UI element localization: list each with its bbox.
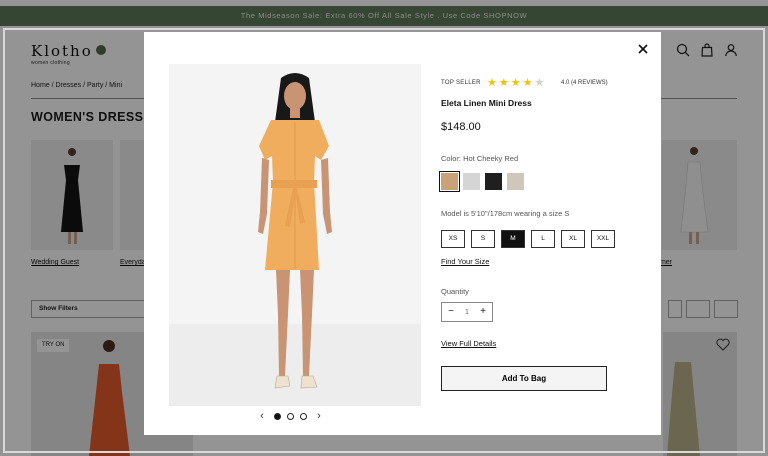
star-icon: ★ bbox=[510, 77, 521, 89]
view-full-details-link[interactable]: View Full Details bbox=[441, 339, 496, 348]
carousel-dot-2[interactable] bbox=[287, 412, 294, 420]
minus-icon[interactable]: − bbox=[446, 307, 456, 317]
size-s-button[interactable]: S bbox=[471, 230, 495, 248]
star-icon: ★ bbox=[498, 77, 509, 89]
carousel-dot-3[interactable] bbox=[300, 412, 307, 420]
find-your-size-link[interactable]: Find Your Size bbox=[441, 257, 489, 266]
quick-view-modal: ‹ › TOP SELLER ★ ★ ★ ★ ★ 4.0 (4 REVIEWS)… bbox=[144, 32, 661, 435]
size-xl-button[interactable]: XL bbox=[561, 230, 585, 248]
model-info: Model is 5'10"/178cm wearing a size S bbox=[441, 209, 570, 218]
product-name: Eleta Linen Mini Dress bbox=[441, 98, 532, 108]
swatch-stone[interactable] bbox=[507, 173, 524, 190]
swatch-tan[interactable] bbox=[439, 171, 460, 192]
star-empty-icon: ★ bbox=[534, 77, 545, 89]
top-seller-label: TOP SELLER bbox=[441, 80, 481, 86]
product-price: $148.00 bbox=[441, 121, 481, 133]
close-icon bbox=[638, 44, 648, 54]
swatch-black[interactable] bbox=[485, 173, 502, 190]
image-carousel: ‹ › bbox=[256, 410, 325, 422]
quantity-value[interactable]: 1 bbox=[465, 309, 469, 316]
swatch-light-grey[interactable] bbox=[463, 173, 480, 190]
star-icon: ★ bbox=[522, 77, 533, 89]
carousel-dot-1[interactable] bbox=[274, 412, 281, 420]
carousel-prev-icon[interactable]: ‹ bbox=[256, 410, 268, 422]
rating-stars[interactable]: ★ ★ ★ ★ ★ bbox=[487, 78, 544, 89]
size-selector: XS S M L XL XXL bbox=[441, 230, 615, 248]
size-xs-button[interactable]: XS bbox=[441, 230, 465, 248]
size-l-button[interactable]: L bbox=[531, 230, 555, 248]
carousel-next-icon[interactable]: › bbox=[313, 410, 325, 422]
product-image bbox=[169, 64, 421, 406]
close-button[interactable] bbox=[635, 41, 651, 57]
color-swatches bbox=[439, 171, 524, 192]
quantity-label: Quantity bbox=[441, 287, 469, 296]
plus-icon[interactable]: + bbox=[478, 307, 488, 317]
size-m-button[interactable]: M bbox=[501, 230, 525, 248]
add-to-bag-button[interactable]: Add To Bag bbox=[441, 366, 607, 391]
color-label: Color: Hot Cheeky Red bbox=[441, 154, 519, 163]
quantity-stepper: − 1 + bbox=[441, 302, 493, 322]
star-icon: ★ bbox=[487, 77, 497, 89]
review-count[interactable]: 4.0 (4 REVIEWS) bbox=[561, 80, 608, 86]
size-xxl-button[interactable]: XXL bbox=[591, 230, 615, 248]
